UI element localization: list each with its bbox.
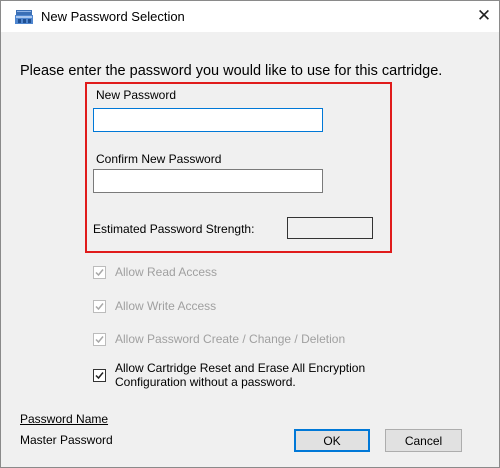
cartridge-icon: [15, 10, 33, 24]
checkmark-icon: [95, 336, 104, 344]
allow-read-access-option[interactable]: Allow Read Access: [93, 265, 217, 279]
ok-button[interactable]: OK: [294, 429, 370, 452]
checkmark-icon: [95, 269, 104, 277]
close-button[interactable]: ✕: [469, 1, 499, 31]
allow-cartridge-reset-label-line1: Allow Cartridge Reset and Erase All Encr…: [115, 361, 366, 375]
allow-cartridge-reset-checkbox[interactable]: [93, 369, 106, 382]
password-name-value: Master Password: [20, 433, 113, 447]
new-password-label: New Password: [96, 88, 177, 102]
allow-cartridge-reset-label-line2: Configuration without a password.: [115, 375, 296, 389]
allow-read-access-label: Allow Read Access: [115, 265, 218, 279]
allow-cartridge-reset-option[interactable]: Allow Cartridge Reset and Erase All Encr…: [93, 361, 365, 389]
allow-read-access-checkbox[interactable]: [93, 266, 106, 279]
confirm-password-label: Confirm New Password: [96, 152, 222, 166]
password-strength-label: Estimated Password Strength:: [93, 222, 255, 236]
allow-password-change-label: Allow Password Create / Change / Deletio…: [115, 332, 346, 346]
allow-password-change-checkbox[interactable]: [93, 333, 106, 346]
password-name-heading: Password Name: [20, 412, 109, 426]
allow-write-access-option[interactable]: Allow Write Access: [93, 299, 216, 313]
checkmark-icon: [95, 372, 104, 380]
title-bar[interactable]: New Password Selection ✕: [1, 1, 499, 32]
new-password-input[interactable]: [93, 108, 323, 132]
checkmark-icon: [95, 303, 104, 311]
allow-write-access-label: Allow Write Access: [115, 299, 217, 313]
allow-password-change-option[interactable]: Allow Password Create / Change / Deletio…: [93, 332, 345, 346]
confirm-password-input[interactable]: [93, 169, 323, 193]
instruction-text: Please enter the password you would like…: [20, 63, 443, 79]
cancel-button[interactable]: Cancel: [385, 429, 462, 452]
allow-cartridge-reset-label: Allow Cartridge Reset and Erase All Encr…: [115, 361, 365, 389]
close-icon: ✕: [476, 6, 492, 26]
password-strength-meter: [287, 217, 373, 239]
window-title: New Password Selection: [41, 9, 185, 24]
allow-write-access-checkbox[interactable]: [93, 300, 106, 313]
dialog-window: New Password Selection ✕ Please enter th…: [0, 0, 500, 468]
